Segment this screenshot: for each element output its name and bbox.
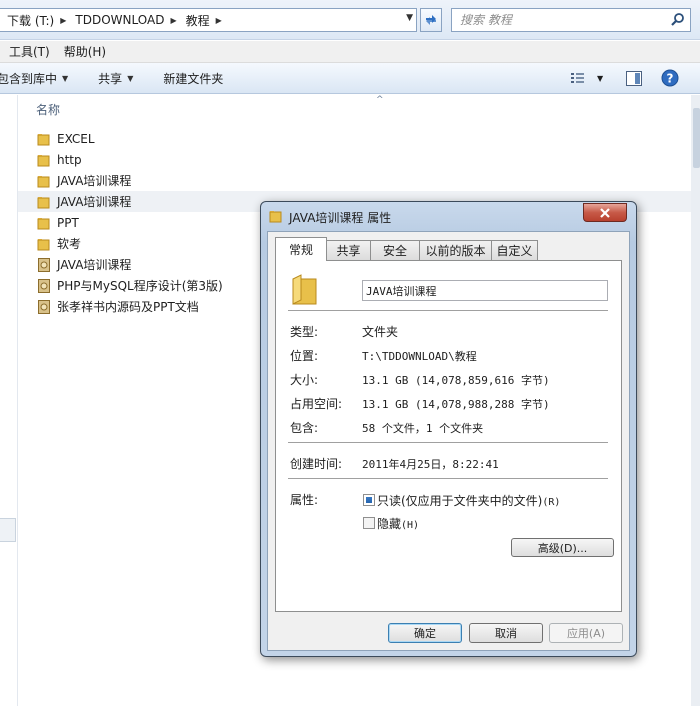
address-bar[interactable]: 下载 (T:) ▶ TDDOWNLOAD ▶ 教程 ▶ ▼	[0, 8, 417, 32]
breadcrumb-tutorial[interactable]: 教程 ▶	[179, 9, 224, 31]
tab-general[interactable]: 常规	[275, 237, 327, 261]
ok-button[interactable]: 确定	[388, 623, 462, 643]
new-folder-button[interactable]: 新建文件夹	[163, 66, 223, 90]
breadcrumb-tddownload[interactable]: TDDOWNLOAD ▶	[68, 9, 178, 31]
list-item[interactable]: EXCEL	[18, 128, 691, 149]
type-label: 类型:	[290, 325, 319, 339]
share-button[interactable]: 共享 ▼	[98, 66, 133, 90]
folder-icon	[269, 211, 282, 223]
list-item[interactable]: JAVA培训课程	[18, 170, 691, 191]
folder-icon	[37, 195, 53, 209]
menu-bar: 工具(T) 帮助(H)	[0, 41, 700, 63]
menu-help[interactable]: 帮助(H)	[64, 43, 106, 60]
type-value: 文件夹	[362, 325, 399, 339]
search-icon[interactable]	[670, 12, 686, 28]
general-tab-page: 类型: 文件夹 位置: T:\TDDOWNLOAD\教程 大小: 13.1 GB…	[275, 260, 622, 612]
folder-icon	[37, 174, 53, 188]
breadcrumb-drive[interactable]: 下载 (T:) ▶	[0, 9, 68, 31]
tab-previous-versions[interactable]: 以前的版本	[419, 240, 492, 260]
location-label: 位置:	[290, 349, 319, 363]
readonly-checkbox[interactable]	[363, 494, 375, 506]
view-options-icon[interactable]	[570, 71, 586, 85]
readonly-label[interactable]: 只读(仅应用于文件夹中的文件)(R)	[377, 492, 560, 509]
sort-ascending-icon: ^	[376, 95, 384, 105]
contains-value: 58 个文件，1 个文件夹	[362, 422, 484, 435]
tab-security[interactable]: 安全	[370, 240, 420, 260]
properties-dialog: JAVA培训课程 属性 常规 共享 安全 以前的版本 自定义 类型: 文件夹 位…	[260, 201, 637, 657]
divider	[288, 478, 608, 479]
advanced-button[interactable]: 高级(D)...	[511, 538, 614, 557]
search-input[interactable]	[460, 10, 670, 30]
address-bar-area: 下载 (T:) ▶ TDDOWNLOAD ▶ 教程 ▶ ▼	[0, 0, 700, 40]
tab-customize[interactable]: 自定义	[491, 240, 538, 260]
disk-size-value: 13.1 GB (14,078,988,288 字节)	[362, 398, 550, 411]
apply-button[interactable]: 应用(A)	[549, 623, 623, 643]
hidden-label[interactable]: 隐藏(H)	[377, 515, 419, 532]
size-label: 大小:	[290, 373, 319, 387]
breadcrumb-separator-icon[interactable]: ▶	[170, 16, 176, 25]
divider	[288, 442, 608, 443]
navigation-pane	[0, 95, 18, 706]
archive-icon	[37, 257, 53, 272]
breadcrumb-separator-icon[interactable]: ▶	[216, 16, 222, 25]
created-value: 2011年4月25日，8:22:41	[362, 458, 499, 471]
contains-label: 包含:	[290, 421, 319, 435]
view-dropdown-icon[interactable]: ▼	[597, 74, 603, 83]
help-icon[interactable]: ?	[661, 69, 679, 87]
tab-sharing[interactable]: 共享	[326, 240, 371, 260]
refresh-icon	[426, 15, 436, 25]
folder-icon	[37, 153, 53, 167]
chevron-down-icon: ▼	[62, 73, 69, 83]
preview-pane-icon[interactable]	[626, 71, 642, 86]
folder-name-field[interactable]	[362, 280, 608, 301]
folder-icon	[292, 274, 317, 305]
divider	[288, 310, 608, 311]
chevron-down-icon: ▼	[127, 73, 134, 83]
scrollbar-thumb[interactable]	[693, 108, 700, 168]
breadcrumb-separator-icon[interactable]: ▶	[60, 16, 66, 25]
hidden-checkbox[interactable]	[363, 517, 375, 529]
command-bar: 包含到库中 ▼ 共享 ▼ 新建文件夹 ▼ ?	[0, 63, 700, 94]
close-icon	[600, 207, 610, 218]
folder-icon	[37, 237, 53, 251]
archive-icon	[37, 278, 53, 293]
folder-icon	[37, 216, 53, 230]
dialog-title: JAVA培训课程 属性	[289, 211, 392, 225]
size-value: 13.1 GB (14,078,859,616 字节)	[362, 374, 550, 387]
navigation-pane-handle[interactable]	[0, 518, 16, 542]
created-label: 创建时间:	[290, 457, 343, 471]
column-header-name[interactable]: 名称	[36, 101, 60, 118]
cancel-button[interactable]: 取消	[469, 623, 543, 643]
search-box[interactable]	[451, 8, 691, 32]
list-item[interactable]: http	[18, 149, 691, 170]
svg-text:?: ?	[667, 72, 674, 86]
location-value: T:\TDDOWNLOAD\教程	[362, 350, 477, 363]
refresh-button[interactable]	[420, 8, 442, 32]
vertical-scrollbar[interactable]	[691, 95, 700, 706]
close-button[interactable]	[583, 203, 627, 222]
menu-tools[interactable]: 工具(T)	[9, 43, 50, 60]
attributes-label: 属性:	[290, 493, 319, 507]
include-in-library-button[interactable]: 包含到库中 ▼	[0, 66, 68, 90]
address-dropdown-icon[interactable]: ▼	[406, 13, 413, 23]
dialog-body: 常规 共享 安全 以前的版本 自定义 类型: 文件夹 位置: T:\TDDOWN…	[267, 231, 630, 651]
folder-icon	[37, 132, 53, 146]
disk-size-label: 占用空间:	[290, 397, 343, 411]
archive-icon	[37, 299, 53, 314]
